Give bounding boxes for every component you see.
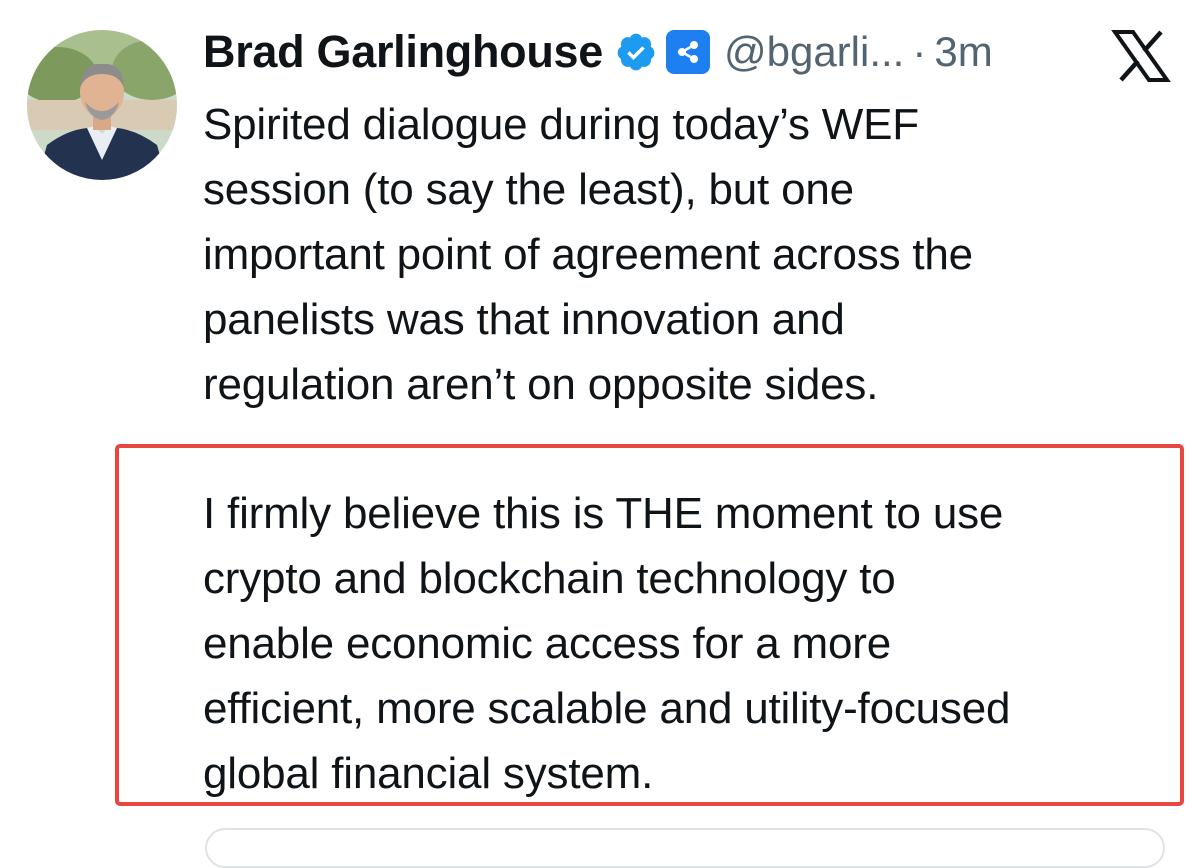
header-separator: · bbox=[912, 28, 927, 75]
avatar-photo bbox=[27, 30, 177, 180]
author-name[interactable]: Brad Garlinghouse bbox=[203, 26, 603, 78]
verified-badge-icon bbox=[615, 31, 657, 73]
tweet: Brad Garlinghouse @bgarli... · 3m Spirit… bbox=[0, 0, 1200, 868]
post-timestamp[interactable]: 3m bbox=[934, 28, 992, 76]
tweet-header: Brad Garlinghouse @bgarli... · 3m bbox=[203, 22, 1193, 82]
x-logo-icon[interactable] bbox=[1111, 30, 1171, 82]
ripple-affiliation-icon[interactable] bbox=[665, 30, 710, 74]
tweet-text-paragraph-1: Spirited dialogue during today’s WEF ses… bbox=[203, 100, 973, 409]
tweet-text-paragraph-2: I firmly believe this is THE moment to u… bbox=[203, 489, 1011, 798]
author-handle[interactable]: @bgarli... bbox=[724, 28, 904, 76]
avatar[interactable] bbox=[27, 30, 177, 180]
link-card-preview[interactable] bbox=[205, 828, 1165, 868]
